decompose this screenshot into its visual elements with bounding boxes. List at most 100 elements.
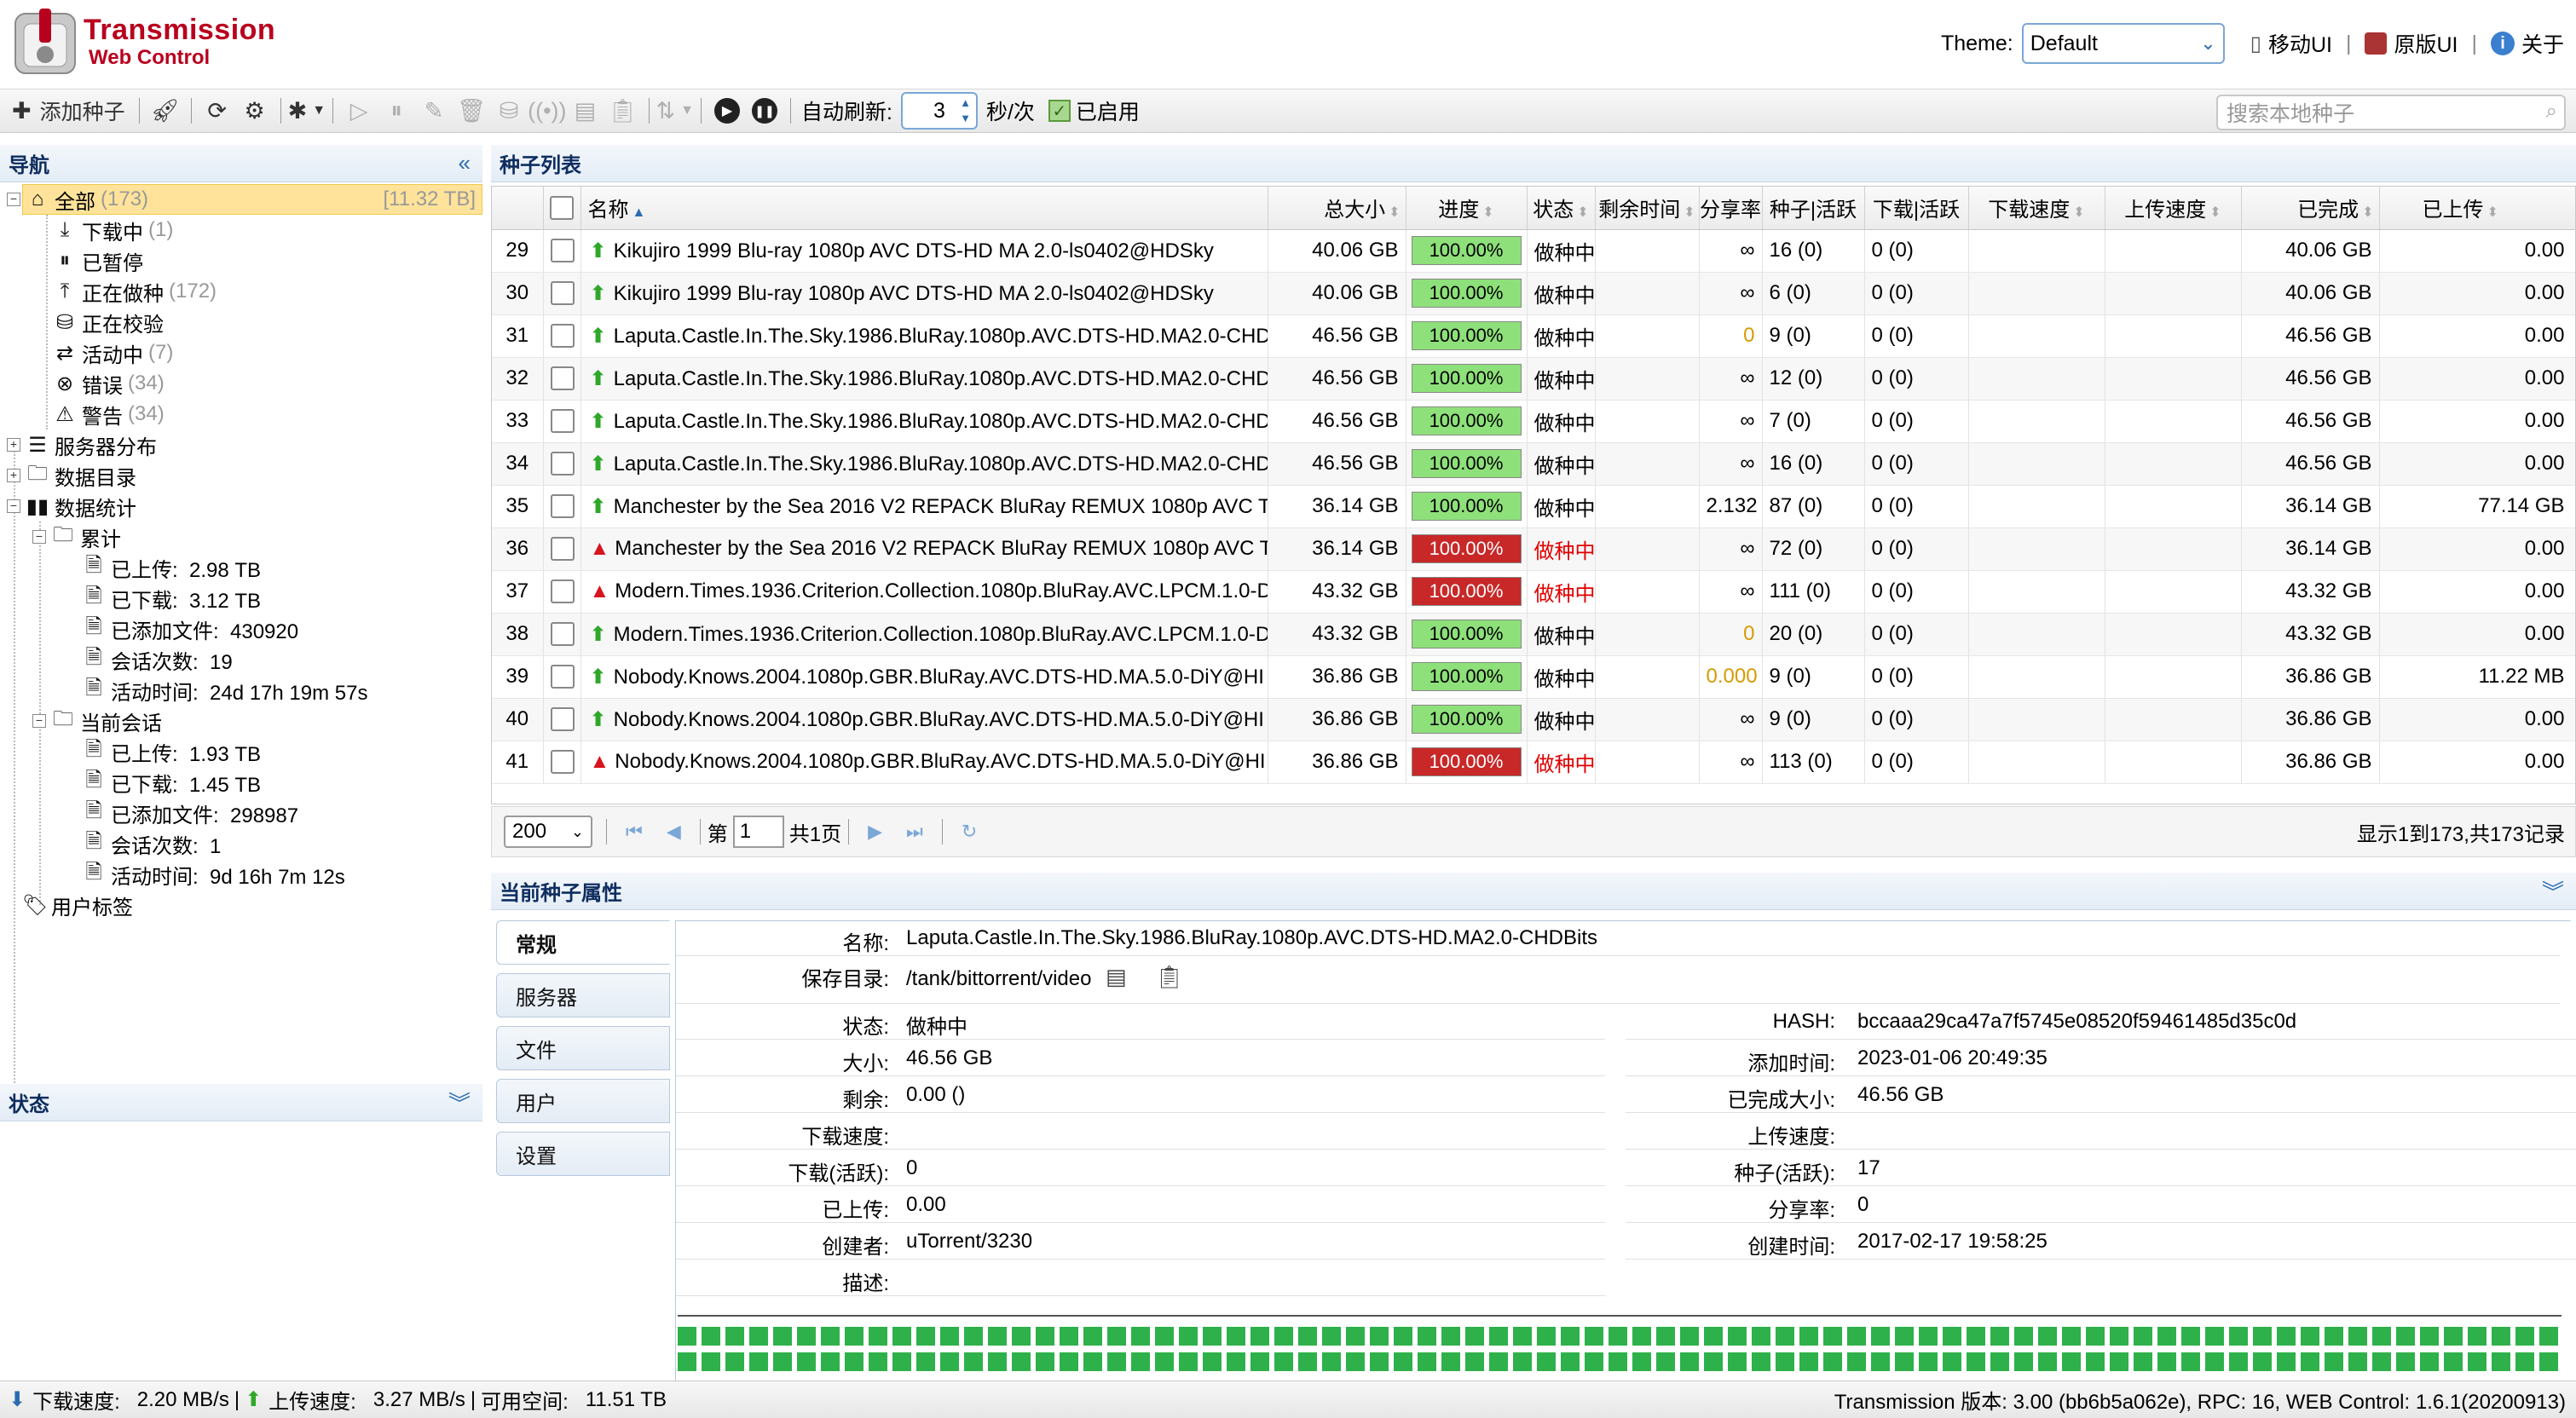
table-row[interactable]: 41 ▲ Nobody.Knows.2004.1080p.GBR.BluRay.A…	[492, 741, 2575, 784]
expand-toggle-icon[interactable]: +	[7, 438, 20, 452]
nav-item-active[interactable]: ⇄ 活动中 (7)	[53, 337, 173, 368]
col-header-name[interactable]: 名称 ▲	[580, 187, 1268, 230]
row-name[interactable]: ⬆ Laputa.Castle.In.The.Sky.1986.BluRay.10…	[580, 400, 1268, 443]
collapse-toggle-icon[interactable]: −	[7, 499, 20, 513]
remove-button[interactable]: 🗑︎	[453, 94, 490, 128]
start-all-torrents-button[interactable]: ▶	[708, 94, 746, 128]
col-header-completed[interactable]: 已完成 ⬍	[2241, 187, 2380, 230]
auto-refresh-input[interactable]: 3 ▲ ▼	[900, 92, 978, 130]
table-row[interactable]: 33 ⬆ Laputa.Castle.In.The.Sky.1986.BluRay…	[492, 400, 2575, 443]
row-name[interactable]: ⬆ Modern.Times.1936.Criterion.Collection.…	[580, 613, 1268, 656]
copy-path-button[interactable]: 📋︎	[604, 94, 642, 128]
refresh-button[interactable]: ⟳	[199, 94, 236, 128]
tab-servers[interactable]: 服务器	[496, 973, 670, 1017]
first-page-icon[interactable]: ⏮︎	[626, 821, 643, 843]
tab-settings[interactable]: 设置	[496, 1132, 670, 1176]
pause-button[interactable]: ⏸︎	[378, 94, 415, 128]
nav-item-checking[interactable]: ⛁ 正在校验	[53, 307, 169, 337]
reannounce-button[interactable]: ((•))	[528, 94, 566, 128]
row-name[interactable]: ⬆ Laputa.Castle.In.The.Sky.1986.BluRay.10…	[580, 357, 1268, 401]
collapse-left-icon[interactable]: «	[459, 150, 471, 176]
nav-item-folders[interactable]: + 🗀 数据目录	[7, 460, 136, 491]
table-row[interactable]: 40 ⬆ Nobody.Knows.2004.1080p.GBR.BluRay.A…	[492, 698, 2575, 741]
col-header-progress[interactable]: 进度 ⬍	[1406, 187, 1528, 230]
prev-page-icon[interactable]: ◀	[667, 821, 681, 843]
row-checkbox[interactable]	[550, 452, 575, 476]
row-select[interactable]	[543, 655, 581, 699]
tab-users[interactable]: 用户	[496, 1079, 670, 1123]
row-checkbox[interactable]	[550, 239, 575, 263]
row-select[interactable]	[543, 741, 581, 784]
col-header-select[interactable]	[543, 187, 581, 230]
add-torrent-button[interactable]: ✚ 添加种子	[12, 94, 132, 128]
nav-item-seeding[interactable]: ⤒ 正在做种 (172)	[53, 276, 217, 307]
row-checkbox[interactable]	[550, 366, 575, 391]
row-select[interactable]	[543, 442, 581, 486]
about-link[interactable]: i 关于	[2490, 28, 2564, 59]
row-name[interactable]: ⬆ Kikujiro 1999 Blu-ray 1080p AVC DTS-HD …	[580, 272, 1268, 315]
copy-path-icon[interactable]: 📋︎	[1155, 964, 1183, 990]
stats-cumulative[interactable]: − 🗀 累计	[32, 522, 121, 552]
mobile-ui-link[interactable]: ▯ 移动UI	[2250, 28, 2332, 59]
nav-item-error[interactable]: ⊗ 错误 (34)	[53, 368, 165, 399]
row-checkbox[interactable]	[550, 750, 575, 775]
table-row[interactable]: 32 ⬆ Laputa.Castle.In.The.Sky.1986.BluRay…	[492, 357, 2575, 401]
table-row[interactable]: 35 ⬆ Manchester by the Sea 2016 V2 REPACK…	[492, 485, 2575, 528]
col-header-size[interactable]: 总大小 ⬍	[1268, 187, 1406, 230]
theme-select[interactable]: Default ⌄	[2021, 23, 2225, 64]
last-page-icon[interactable]: ⏭︎	[906, 821, 923, 843]
table-row[interactable]: 34 ⬆ Laputa.Castle.In.The.Sky.1986.BluRay…	[492, 442, 2575, 486]
col-header-peers[interactable]: 下载|活跃	[1864, 187, 1969, 230]
page-input[interactable]: 1	[732, 816, 784, 848]
row-select[interactable]	[543, 698, 581, 741]
row-select[interactable]	[543, 485, 581, 528]
row-select[interactable]	[543, 357, 581, 401]
original-ui-link[interactable]: 原版UI	[2365, 28, 2458, 59]
row-name[interactable]: ⬆ Kikujiro 1999 Blu-ray 1080p AVC DTS-HD …	[580, 229, 1268, 273]
row-checkbox[interactable]	[550, 324, 575, 349]
row-name[interactable]: ▲ Manchester by the Sea 2016 V2 REPACK Bl…	[580, 527, 1268, 571]
search-input[interactable]: 搜索本地种子 ⌕	[2216, 95, 2566, 130]
row-checkbox[interactable]	[550, 707, 575, 732]
row-select[interactable]	[543, 229, 581, 273]
spinner-arrows-icon[interactable]: ▲ ▼	[960, 95, 971, 126]
collapse-toggle-icon[interactable]: −	[32, 530, 46, 544]
nav-item-paused[interactable]: ⏸︎ 已暂停	[53, 245, 148, 276]
table-row[interactable]: 31 ⬆ Laputa.Castle.In.The.Sky.1986.BluRay…	[492, 314, 2575, 358]
start-all-button[interactable]: 🚀︎	[147, 94, 184, 128]
row-name[interactable]: ▲ Nobody.Knows.2004.1080p.GBR.BluRay.AVC.…	[580, 741, 1268, 784]
table-row[interactable]: 29 ⬆ Kikujiro 1999 Blu-ray 1080p AVC DTS-…	[492, 229, 2575, 273]
reload-icon[interactable]: ↻	[962, 821, 977, 843]
nav-item-servers[interactable]: + ☰ 服务器分布	[7, 429, 157, 460]
table-row[interactable]: 38 ⬆ Modern.Times.1936.Criterion.Collecti…	[492, 613, 2575, 656]
open-folder-icon[interactable]: ▤	[1106, 964, 1127, 990]
table-row[interactable]: 37 ▲ Modern.Times.1936.Criterion.Collecti…	[492, 570, 2575, 614]
col-header-dl-speed[interactable]: 下载速度 ⬍	[1968, 187, 2105, 230]
pause-all-torrents-button[interactable]: ❚❚	[746, 94, 783, 128]
nav-item-warning[interactable]: ⚠ 警告 (34)	[53, 399, 164, 429]
collapse-down-icon[interactable]: ︾	[2542, 875, 2564, 907]
col-header-ratio[interactable]: 分享率	[1699, 187, 1763, 230]
nav-item-all[interactable]: − ⌂ 全部 (173) [11.32 TB]	[0, 184, 482, 215]
plugins-menu-button[interactable]: ✱ ▼	[288, 94, 326, 128]
row-name[interactable]: ⬆ Nobody.Knows.2004.1080p.GBR.BluRay.AVC.…	[580, 698, 1268, 741]
col-header-seeds[interactable]: 种子|活跃	[1762, 187, 1865, 230]
collapse-toggle-icon[interactable]: −	[32, 714, 46, 728]
select-all-checkbox[interactable]	[550, 196, 574, 221]
col-header-remaining[interactable]: 剩余时间 ⬍	[1595, 187, 1700, 230]
recheck-button[interactable]: ⛁	[490, 94, 528, 128]
col-header-status[interactable]: 状态 ⬍	[1527, 187, 1596, 230]
page-size-select[interactable]: 200 ⌄	[504, 816, 592, 848]
row-checkbox[interactable]	[550, 665, 575, 689]
row-name[interactable]: ▲ Modern.Times.1936.Criterion.Collection.…	[580, 570, 1268, 614]
nav-item-user-labels[interactable]: 🏷︎ 用户标签	[22, 890, 133, 920]
row-select[interactable]	[543, 570, 581, 614]
collapse-down-icon[interactable]: ︾	[448, 1087, 471, 1118]
row-select[interactable]	[543, 314, 581, 358]
settings-button[interactable]: ⚙	[236, 94, 274, 128]
row-select[interactable]	[543, 272, 581, 315]
row-checkbox[interactable]	[550, 622, 575, 647]
tab-files[interactable]: 文件	[496, 1026, 670, 1070]
row-name[interactable]: ⬆ Manchester by the Sea 2016 V2 REPACK Bl…	[580, 485, 1268, 528]
search-icon[interactable]: ⌕	[2546, 100, 2557, 124]
